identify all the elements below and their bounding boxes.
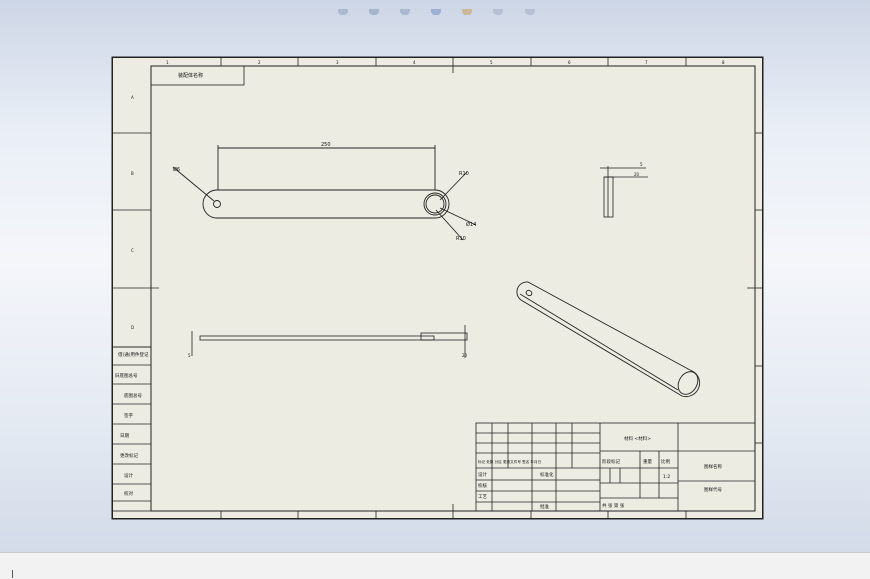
zone-col-4: 4 [413,60,416,65]
dim-length: 250 [321,142,331,148]
top-label: 装配体名称 [178,72,203,79]
tb-check: 校核 [478,482,487,489]
drawing-line [525,289,533,297]
drawing-line: 5 20 [188,353,468,358]
tb-material: 材料 <材料> [624,435,651,442]
drawing-line [199,335,435,341]
side-view [600,166,648,218]
drawing-line [519,293,679,391]
tb-scale-value: 1:2 [663,474,670,480]
tb-drawing-number: 图样代号 [704,486,722,493]
left-table-row-5: 日期 [120,433,129,439]
left-table-row-8: 校对 [124,490,133,497]
status-bar [0,552,870,579]
drawing-line [425,194,445,214]
left-table-row-3: 底图总号 [124,392,142,399]
dim-fillet: R10 [456,236,466,242]
dim-width: 20 [462,353,468,358]
drawing-canvas[interactable]: 1 2 3 4 5 6 7 8 A B C D 装配体名称 250 Ø6 R10… [0,0,870,578]
zone-col-2: 2 [258,60,261,65]
zone-row-d: D [131,325,134,330]
left-table-row-7: 设计 [124,472,133,479]
dim-thickness: 5 [188,353,191,358]
tb-stage-label: 阶段标记 [602,458,620,465]
drawing-line [111,346,152,512]
zone-col-6: 6 [568,60,571,65]
left-table [111,346,152,512]
drawing-line: 5 20 [634,162,643,177]
drawing-line [420,332,468,341]
drawing-line [423,192,447,216]
front-view [172,145,477,241]
dim-side-thickness: 5 [640,162,643,167]
left-table-row-1: 借(通)用件登记 [118,351,149,358]
text-caret [12,570,13,578]
drawing-line: 250 Ø6 R10 Ø14 R10 [173,142,476,242]
zone-col-1: 1 [166,60,169,65]
tb-marks: 标记 处数 分区 更改文件号 签名 年月日 [478,459,541,464]
zone-row-a: A [131,95,134,100]
zone-row-b: B [131,171,134,176]
zone-col-7: 7 [645,60,648,65]
tb-weight-label: 重量 [643,458,652,465]
zone-row-c: C [131,248,134,253]
inner-frame [150,65,756,512]
tb-std: 标准化 [540,471,554,478]
drawing-line [213,200,221,208]
tb-sheet-label: 共 张 第 张 [602,502,625,509]
isometric-view [516,281,701,398]
drawing-line [112,57,763,519]
tb-design: 设计 [478,471,487,478]
dim-side-width: 20 [634,172,640,177]
zone-col-8: 8 [722,60,725,65]
dim-radius-outer: R10 [459,171,469,177]
top-view [191,325,468,358]
left-table-row-4: 签字 [124,412,133,419]
tb-drawing-name: 图样名称 [704,463,722,470]
drawing-line [516,281,701,398]
drawing-line [111,56,764,520]
tb-process: 工艺 [478,494,487,500]
zone-col-3: 3 [336,60,339,65]
drawing-line [202,189,450,219]
dim-hole-left: Ø6 [173,166,180,173]
left-table-row-2: 旧底图总号 [115,372,138,379]
tb-scale-label: 比例 [661,458,670,465]
left-table-row-6: 更改标记 [120,452,138,459]
tb-approve: 批准 [540,503,549,510]
zone-col-5: 5 [490,60,493,65]
drawing-line [603,176,614,218]
dim-hole-right: Ø14 [466,221,476,228]
